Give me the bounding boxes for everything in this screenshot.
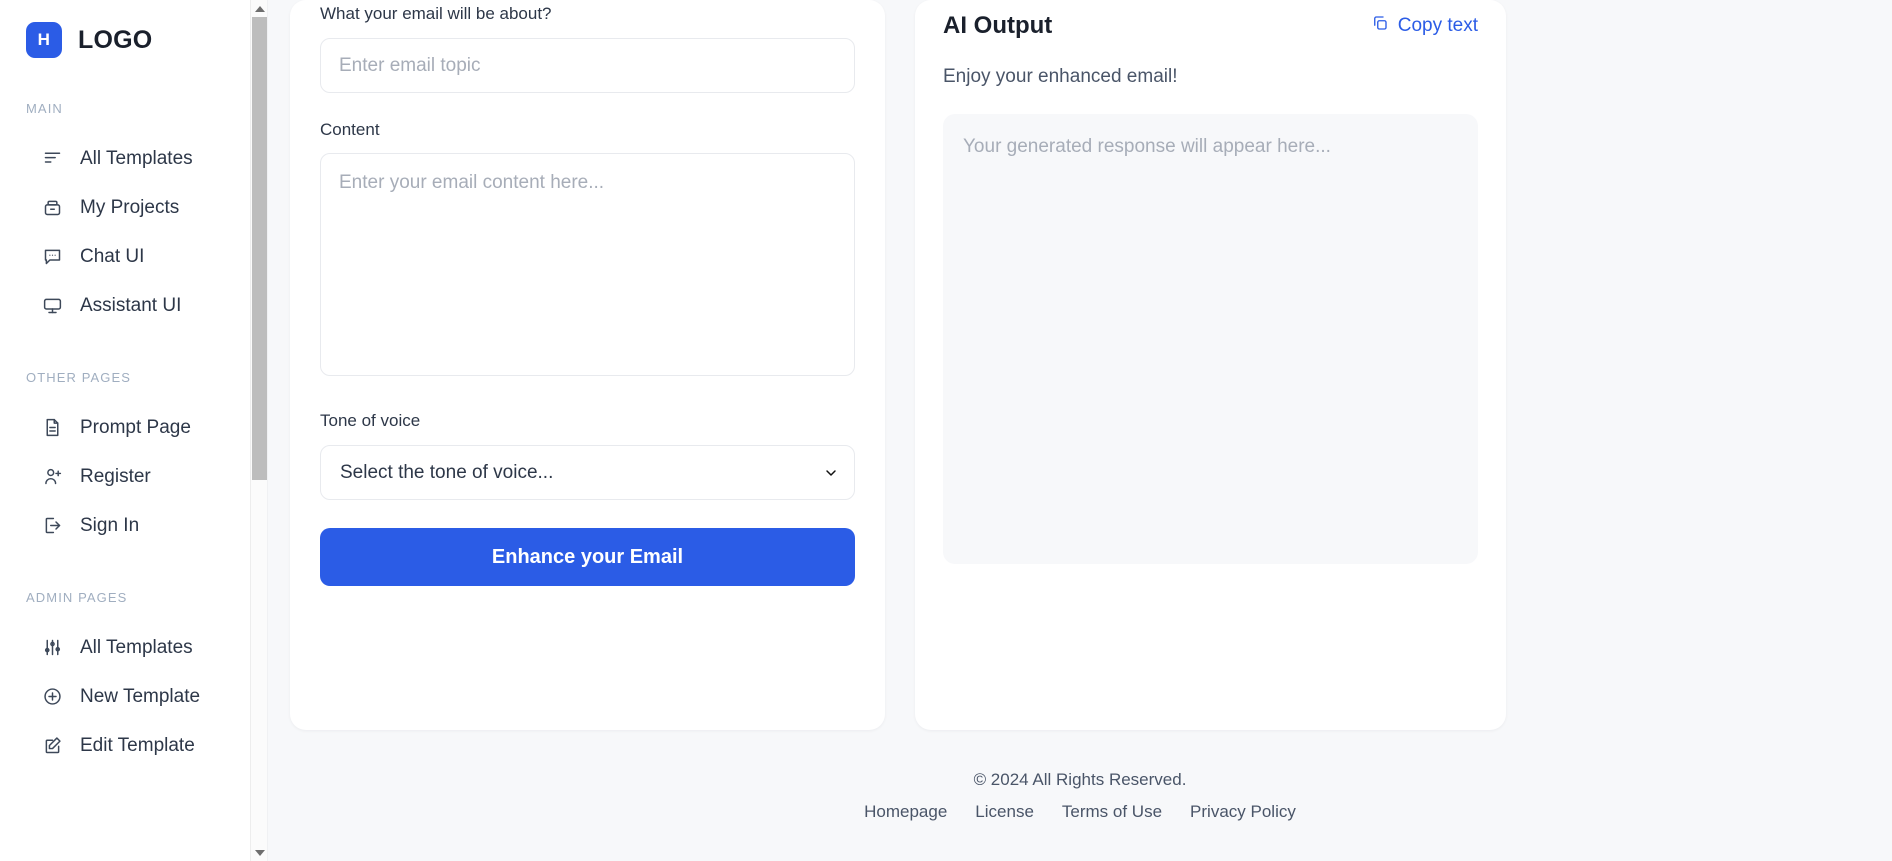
- sidebar-item-label: Prompt Page: [80, 416, 191, 438]
- scroll-up-arrow-icon[interactable]: [251, 0, 267, 17]
- logo-text: LOGO: [78, 25, 153, 54]
- sidebar: H LOGO MAIN All Templates My Projects Ch…: [0, 0, 268, 861]
- log-in-icon: [41, 515, 63, 537]
- ai-output-card: AI Output Copy text Enjoy your enhanced …: [915, 0, 1506, 730]
- tone-label: Tone of voice: [320, 411, 421, 430]
- align-left-icon: [41, 148, 63, 170]
- message-square-icon: [41, 246, 63, 268]
- content-label: Content: [320, 120, 380, 139]
- email-form-card: What your email will be about? Content T…: [290, 0, 885, 730]
- scrollbar-thumb[interactable]: [252, 17, 267, 480]
- output-subtitle: Enjoy your enhanced email!: [943, 66, 1178, 87]
- sidebar-item-admin-all-templates[interactable]: All Templates: [0, 623, 267, 672]
- sidebar-item-label: All Templates: [80, 147, 193, 169]
- logo-mark: H: [26, 22, 62, 58]
- sidebar-item-new-template[interactable]: New Template: [0, 672, 267, 721]
- email-content-textarea[interactable]: [320, 153, 855, 376]
- sidebar-item-all-templates[interactable]: All Templates: [0, 134, 267, 183]
- sidebar-item-label: Edit Template: [80, 734, 195, 756]
- copy-text-label: Copy text: [1397, 15, 1478, 36]
- sidebar-item-register[interactable]: Register: [0, 452, 267, 501]
- output-header: AI Output Copy text: [943, 0, 1478, 40]
- sidebar-scrollbar[interactable]: [250, 0, 267, 861]
- sliders-icon: [41, 637, 63, 659]
- sidebar-item-label: Assistant UI: [80, 294, 182, 316]
- nav-section-title-other: OTHER PAGES: [26, 370, 132, 385]
- footer-link-homepage[interactable]: Homepage: [864, 802, 947, 822]
- nav-section-main: MAIN All Templates My Projects Chat UI A…: [0, 101, 267, 330]
- brand-logo[interactable]: H LOGO: [0, 0, 267, 58]
- sidebar-item-label: Register: [80, 465, 151, 487]
- monitor-icon: [41, 295, 63, 317]
- sidebar-item-label: Sign In: [80, 514, 140, 536]
- app-root: H LOGO MAIN All Templates My Projects Ch…: [0, 0, 1892, 861]
- enhance-email-button[interactable]: Enhance your Email: [320, 528, 855, 586]
- nav-section-title-admin: ADMIN PAGES: [26, 590, 128, 605]
- file-text-icon: [41, 417, 63, 439]
- sidebar-item-my-projects[interactable]: My Projects: [0, 183, 267, 232]
- sidebar-item-edit-template[interactable]: Edit Template: [0, 721, 267, 770]
- copy-text-button[interactable]: Copy text: [1371, 14, 1478, 38]
- scroll-down-arrow-icon[interactable]: [251, 844, 267, 861]
- email-topic-input[interactable]: [320, 38, 855, 93]
- user-plus-icon: [41, 466, 63, 488]
- main-content: What your email will be about? Content T…: [268, 0, 1892, 861]
- sidebar-item-prompt-page[interactable]: Prompt Page: [0, 403, 267, 452]
- page-footer: © 2024 All Rights Reserved. Homepage Lic…: [268, 730, 1892, 822]
- sidebar-item-sign-in[interactable]: Sign In: [0, 501, 267, 550]
- copy-icon: [1371, 14, 1389, 38]
- sidebar-item-chat-ui[interactable]: Chat UI: [0, 232, 267, 281]
- generated-response-box[interactable]: Your generated response will appear here…: [943, 114, 1478, 564]
- nav-section-other: OTHER PAGES Prompt Page Register Sign In: [0, 370, 267, 550]
- footer-link-terms-of-use[interactable]: Terms of Use: [1062, 802, 1162, 822]
- sidebar-item-label: Chat UI: [80, 245, 145, 267]
- output-title: AI Output: [943, 12, 1053, 39]
- sidebar-item-assistant-ui[interactable]: Assistant UI: [0, 281, 267, 330]
- tone-of-voice-select[interactable]: Select the tone of voice...: [320, 445, 855, 500]
- sidebar-item-label: My Projects: [80, 196, 180, 218]
- topic-label: What your email will be about?: [320, 4, 552, 23]
- sidebar-item-label: New Template: [80, 685, 201, 707]
- plus-circle-icon: [41, 686, 63, 708]
- footer-link-privacy-policy[interactable]: Privacy Policy: [1190, 802, 1296, 822]
- sidebar-item-label: All Templates: [80, 636, 193, 658]
- footer-link-license[interactable]: License: [975, 802, 1034, 822]
- copyright-text: © 2024 All Rights Reserved.: [973, 770, 1187, 789]
- nav-section-title-main: MAIN: [26, 101, 63, 116]
- footer-links: Homepage License Terms of Use Privacy Po…: [268, 802, 1892, 822]
- nav-section-admin: ADMIN PAGES All Templates New Template E…: [0, 590, 267, 770]
- panels-row: What your email will be about? Content T…: [268, 0, 1892, 730]
- edit-icon: [41, 735, 63, 757]
- tone-select-wrapper: Select the tone of voice...: [320, 445, 855, 500]
- archive-icon: [41, 197, 63, 219]
